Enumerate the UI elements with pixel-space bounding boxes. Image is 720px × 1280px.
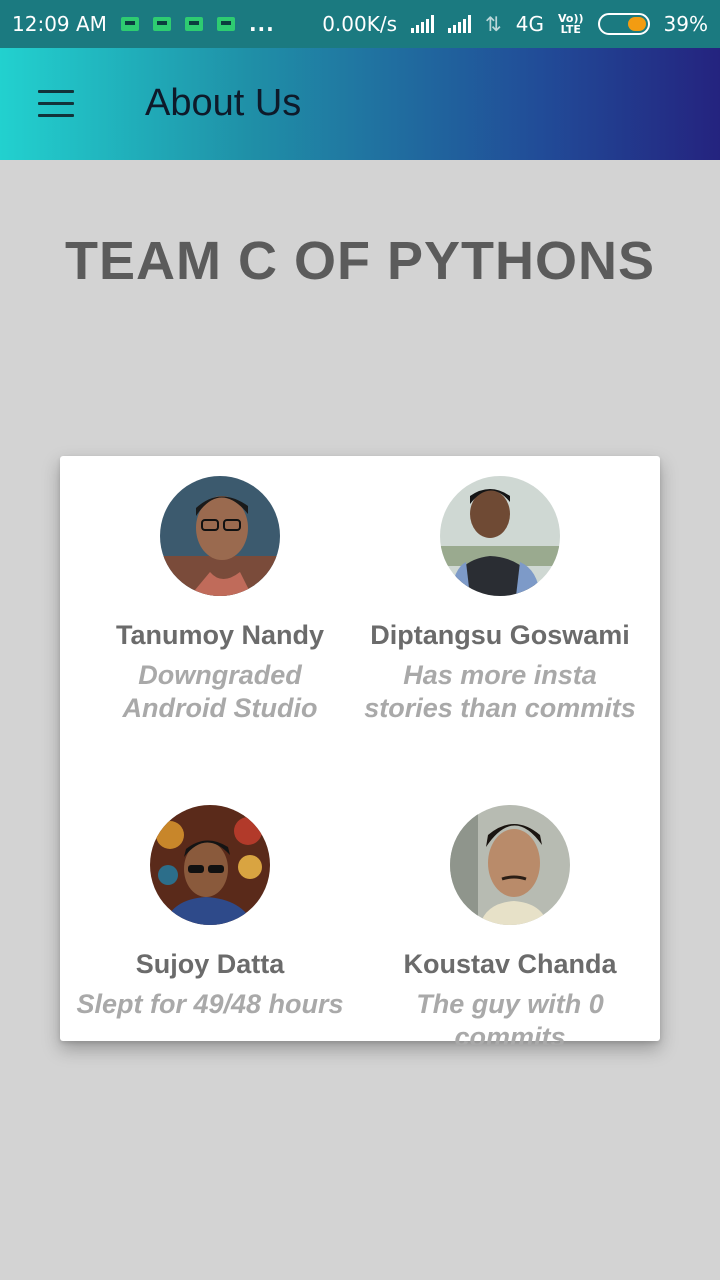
team-member: Koustav Chanda The guy with 0 commits <box>360 805 660 1054</box>
app-bar: About Us <box>0 48 720 160</box>
member-name: Sujoy Datta <box>135 949 285 979</box>
team-member: Diptangsu Goswami Has more insta stories… <box>360 476 640 725</box>
avatar <box>440 476 560 596</box>
status-time: 12:09 AM <box>12 12 107 36</box>
team-heading: TEAM C OF PYTHONS <box>64 231 655 291</box>
android-notification-icon <box>152 17 171 31</box>
status-right: 0.00K/s ⇅ 4G Vo)) LTE 39% <box>322 12 708 36</box>
avatar <box>150 805 270 925</box>
team-member: Tanumoy Nandy Downgraded Android Studio <box>100 476 340 725</box>
network-type: 4G <box>515 12 545 36</box>
battery-icon <box>597 13 650 35</box>
data-transfer-icon: ⇅ <box>485 12 502 36</box>
status-bar: 12:09 AM ... 0.00K/s ⇅ 4G Vo)) LTE 39% <box>0 0 720 48</box>
avatar <box>450 805 570 925</box>
signal-icon <box>448 15 472 33</box>
team-member: Sujoy Datta Slept for 49/48 hours <box>70 805 350 1021</box>
member-description: Slept for 49/48 hours <box>76 989 344 1019</box>
hamburger-menu-icon[interactable] <box>38 90 74 118</box>
android-notification-icon <box>120 17 139 31</box>
team-card: Tanumoy Nandy Downgraded Android Studio … <box>60 456 660 1052</box>
android-notification-icon <box>216 17 235 31</box>
member-description: Downgraded Android Studio <box>122 660 318 723</box>
status-left: 12:09 AM ... <box>12 12 275 36</box>
battery-percent: 39% <box>663 12 708 36</box>
member-name: Diptangsu Goswami <box>370 620 630 650</box>
volte-icon: Vo)) LTE <box>558 12 584 36</box>
page-title: About Us <box>145 82 302 124</box>
network-speed: 0.00K/s <box>322 12 398 36</box>
member-name: Tanumoy Nandy <box>115 620 325 650</box>
avatar <box>160 476 280 596</box>
more-notifications-icon: ... <box>248 12 275 36</box>
member-description: Has more insta stories than commits <box>364 660 636 723</box>
android-notification-icon <box>184 17 203 31</box>
signal-icon <box>411 15 435 33</box>
member-name: Koustav Chanda <box>403 949 617 979</box>
member-description: The guy with 0 commits <box>416 989 604 1052</box>
